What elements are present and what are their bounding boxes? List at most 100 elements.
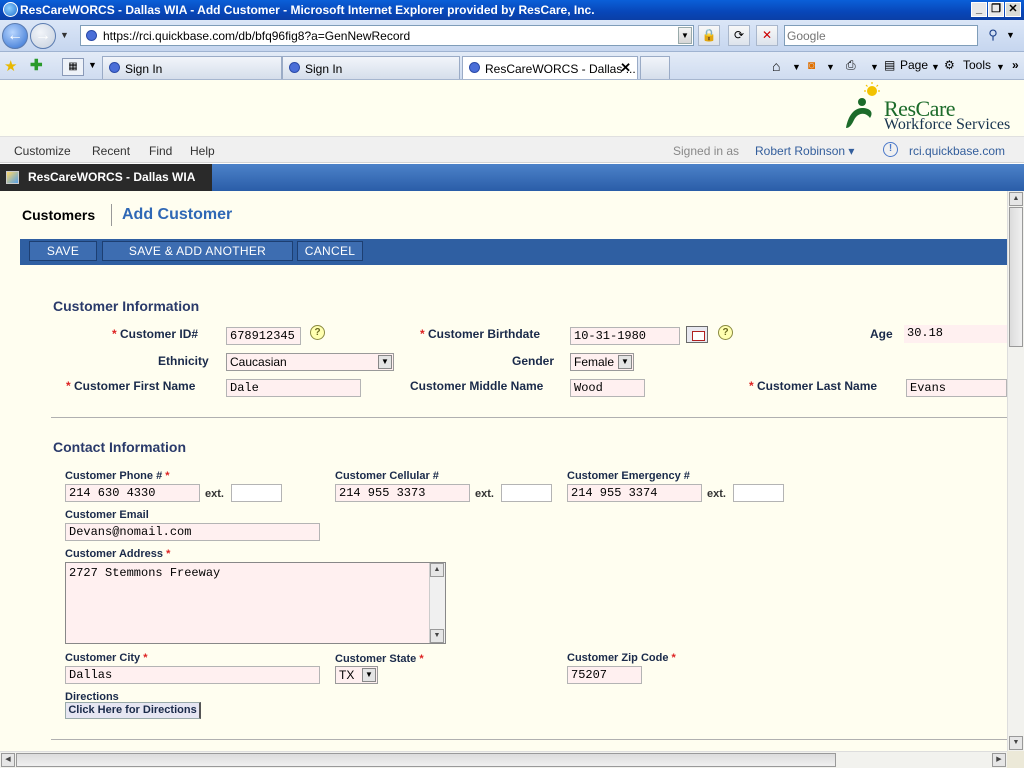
directions-button[interactable]: Click Here for Directions: [65, 702, 201, 719]
chevron-down-icon[interactable]: ▼: [378, 355, 392, 369]
back-button[interactable]: ←: [2, 23, 28, 49]
print-icon[interactable]: ⎙: [846, 58, 856, 73]
lock-icon[interactable]: 🔒: [698, 25, 720, 46]
search-icon[interactable]: ⚲: [982, 25, 1004, 46]
email-field[interactable]: Devans@nomail.com: [65, 523, 320, 541]
save-and-add-another-button[interactable]: Save & Add Another: [102, 241, 293, 261]
forward-button[interactable]: →: [30, 23, 56, 49]
app-tab[interactable]: ResCareWORCS - Dallas WIA: [0, 164, 212, 191]
chevron-down-icon[interactable]: ▼: [618, 355, 632, 369]
restore-button[interactable]: ❐: [988, 2, 1004, 17]
new-tab-button[interactable]: [640, 56, 670, 79]
save-button[interactable]: Save: [29, 241, 97, 261]
help-icon[interactable]: ?: [310, 325, 325, 340]
cellular-label: Customer Cellular #: [335, 470, 439, 482]
city-field[interactable]: Dallas: [65, 666, 320, 684]
menu-customize[interactable]: Customize: [14, 144, 71, 158]
tab-rescareworcs[interactable]: ResCareWORCS - Dallas ... ✕: [462, 56, 638, 79]
vertical-scrollbar[interactable]: ▲ ▼: [1007, 191, 1024, 751]
page-dropdown-icon[interactable]: ▼: [931, 62, 940, 72]
cancel-button[interactable]: Cancel: [297, 241, 363, 261]
url-text[interactable]: https://rci.quickbase.com/db/bfq96fig8?a…: [103, 29, 410, 43]
birthdate-field[interactable]: 10-31-1980: [570, 327, 680, 345]
stop-icon[interactable]: ✕: [756, 25, 778, 46]
add-favorite-icon[interactable]: ✚: [30, 56, 43, 74]
print-dropdown-icon[interactable]: ▼: [870, 62, 879, 72]
menu-recent[interactable]: Recent: [92, 144, 130, 158]
scroll-up-icon[interactable]: ▲: [1009, 192, 1023, 206]
alert-info-icon[interactable]: !: [883, 142, 898, 157]
first-name-field[interactable]: Dale: [226, 379, 361, 397]
phone-label: Customer Phone # *: [65, 470, 170, 482]
app-cube-icon: [6, 171, 19, 184]
home-dropdown-icon[interactable]: ▼: [792, 62, 801, 72]
phone-field[interactable]: 214 630 4330: [65, 484, 200, 502]
tools-menu[interactable]: Tools: [963, 58, 991, 72]
horizontal-scrollbar[interactable]: ◀ ▶: [0, 751, 1007, 768]
action-bar: Save Save & Add Another Cancel: [20, 239, 1007, 265]
search-input[interactable]: [787, 28, 975, 43]
address-dropdown-icon[interactable]: ▼: [678, 27, 692, 44]
feeds-icon[interactable]: ◙: [808, 58, 815, 72]
tab-list-dropdown-icon[interactable]: ▼: [88, 60, 97, 70]
menu-find[interactable]: Find: [149, 144, 172, 158]
scroll-down-icon[interactable]: ▼: [1009, 736, 1023, 750]
scroll-right-icon[interactable]: ▶: [992, 753, 1006, 767]
emergency-ext-field[interactable]: [733, 484, 784, 502]
tab-sign-in-1[interactable]: Sign In: [102, 56, 282, 79]
refresh-icon[interactable]: ⟳: [728, 25, 750, 46]
toolbar-overflow-icon[interactable]: »: [1012, 58, 1019, 72]
cellular-field[interactable]: 214 955 3373: [335, 484, 470, 502]
gender-select[interactable]: Female ▼: [570, 353, 634, 371]
favorites-star-icon[interactable]: ★: [4, 57, 17, 75]
search-field[interactable]: [784, 25, 978, 46]
minimize-button[interactable]: _: [971, 2, 987, 17]
zip-field[interactable]: 75207: [567, 666, 642, 684]
emergency-field[interactable]: 214 955 3374: [567, 484, 702, 502]
menu-help[interactable]: Help: [190, 144, 215, 158]
address-textarea[interactable]: 2727 Stemmons Freeway ▲ ▼: [65, 562, 446, 644]
close-window-button[interactable]: ✕: [1005, 2, 1021, 17]
address-value: 2727 Stemmons Freeway: [69, 566, 221, 580]
quick-tabs-icon[interactable]: ▦: [62, 58, 84, 76]
brand-header: ResCare Workforce Services: [0, 80, 1024, 136]
middle-name-label: Customer Middle Name: [410, 379, 544, 393]
tab-sign-in-2[interactable]: Sign In: [282, 56, 460, 79]
middle-name-field[interactable]: Wood: [570, 379, 645, 397]
user-menu[interactable]: Robert Robinson ▾: [755, 144, 854, 158]
site-link[interactable]: rci.quickbase.com: [909, 144, 1005, 158]
feeds-dropdown-icon[interactable]: ▼: [826, 62, 835, 72]
customer-id-field[interactable]: 678912345: [226, 327, 301, 345]
scrollbar-corner: [1007, 751, 1024, 768]
page-menu[interactable]: Page: [900, 58, 928, 72]
address-bar[interactable]: https://rci.quickbase.com/db/bfq96fig8?a…: [80, 25, 694, 46]
cellular-ext-label: ext.: [475, 488, 494, 500]
birthdate-label: * Customer Birthdate: [420, 327, 541, 341]
chevron-down-icon[interactable]: ▼: [362, 668, 376, 682]
breadcrumb-table[interactable]: Customers: [22, 207, 95, 223]
city-label: Customer City *: [65, 652, 148, 664]
scroll-left-icon[interactable]: ◀: [1, 753, 15, 767]
address-scrollbar[interactable]: ▲ ▼: [429, 563, 445, 643]
tools-dropdown-icon[interactable]: ▼: [996, 62, 1005, 72]
vertical-scroll-thumb[interactable]: [1009, 207, 1023, 347]
recent-pages-dropdown-icon[interactable]: ▼: [60, 30, 69, 40]
search-options-dropdown-icon[interactable]: ▼: [1006, 30, 1015, 40]
scroll-down-icon[interactable]: ▼: [430, 629, 444, 643]
close-tab-icon[interactable]: ✕: [620, 60, 631, 76]
breadcrumb-divider: [111, 204, 112, 226]
state-select[interactable]: TX ▼: [335, 666, 378, 684]
ethnicity-select[interactable]: Caucasian ▼: [226, 353, 394, 371]
last-name-field[interactable]: Evans: [906, 379, 1007, 397]
phone-ext-field[interactable]: [231, 484, 282, 502]
gear-icon: ⚙: [944, 58, 955, 72]
help-icon[interactable]: ?: [718, 325, 733, 340]
web-page: ResCare Workforce Services Customize Rec…: [0, 80, 1024, 768]
home-icon[interactable]: ⌂: [772, 58, 780, 74]
horizontal-scroll-thumb[interactable]: [16, 753, 836, 767]
scroll-up-icon[interactable]: ▲: [430, 563, 444, 577]
window-title-bar[interactable]: ResCareWORCS - Dallas WIA - Add Customer…: [0, 0, 1024, 20]
cellular-ext-field[interactable]: [501, 484, 552, 502]
emergency-ext-label: ext.: [707, 488, 726, 500]
calendar-icon[interactable]: [686, 326, 708, 343]
